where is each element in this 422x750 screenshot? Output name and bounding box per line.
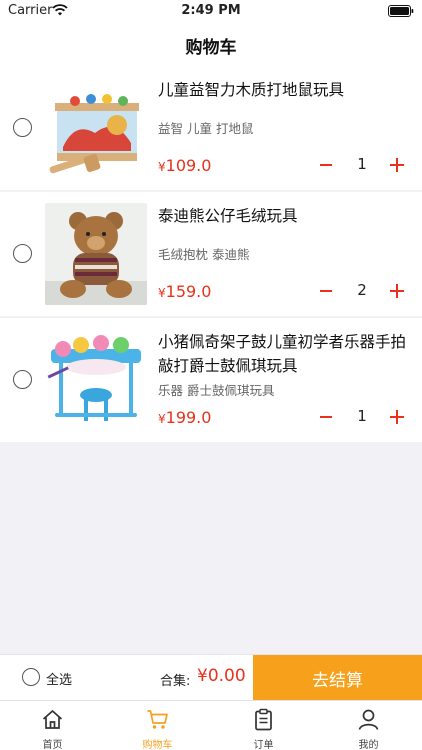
item-tags: 益智 儿童 打地鼠: [158, 121, 254, 136]
checkout-bar: 全选 合集: ¥0.00 去结算: [0, 654, 422, 701]
increase-quantity-button[interactable]: [386, 280, 408, 302]
tab-home[interactable]: 首页: [0, 701, 105, 750]
tab-profile[interactable]: 我的: [316, 701, 421, 750]
cart-item: 泰迪熊公仔毛绒玩具 毛绒抱枕 泰迪熊 ¥159.0 2: [0, 192, 422, 316]
decrease-quantity-button[interactable]: [315, 280, 337, 302]
increase-quantity-button[interactable]: [386, 154, 408, 176]
checkout-button-label: 去结算: [312, 670, 363, 691]
item-price: ¥159.0: [158, 282, 211, 301]
total-value: ¥0.00: [197, 666, 246, 686]
cart-item: 小猪佩奇架子鼓儿童初学者乐器手拍敲打爵士鼓佩琪玩具 乐器 爵士鼓佩琪玩具 ¥19…: [0, 318, 422, 442]
currency-symbol: ¥: [158, 286, 166, 300]
nav-bar: 购物车: [0, 22, 422, 66]
tab-bar: 首页 购物车 订单 我的: [0, 700, 422, 750]
profile-icon: [358, 709, 379, 730]
item-select-radio[interactable]: [13, 244, 32, 263]
tab-orders-label: 订单: [253, 740, 274, 750]
increase-quantity-button[interactable]: [386, 406, 408, 428]
item-tags: 毛绒抱枕 泰迪熊: [158, 247, 250, 262]
status-time: 2:49 PM: [181, 3, 241, 18]
tab-cart-label: 购物车: [142, 740, 173, 750]
page-title: 购物车: [185, 38, 237, 58]
currency-symbol: ¥: [158, 412, 166, 426]
cart-icon: [147, 710, 168, 729]
item-price: ¥109.0: [158, 156, 211, 175]
status-bar: Carrier 2:49 PM: [0, 0, 422, 22]
battery-icon: [388, 5, 414, 17]
tab-profile-label: 我的: [358, 740, 379, 750]
item-price-value: 109.0: [165, 156, 212, 175]
tab-home-label: 首页: [42, 740, 63, 750]
item-title: 小猪佩奇架子鼓儿童初学者乐器手拍敲打爵士鼓佩琪玩具: [158, 333, 407, 375]
item-tags: 乐器 爵士鼓佩琪玩具: [158, 383, 275, 398]
whack-a-mole-toy-image: [45, 77, 147, 179]
item-quantity: 1: [357, 155, 367, 173]
cart-item: 儿童益智力木质打地鼠玩具 益智 儿童 打地鼠 ¥109.0 1: [0, 66, 422, 190]
tab-orders[interactable]: 订单: [211, 701, 316, 750]
checkout-button[interactable]: 去结算: [253, 655, 422, 701]
item-select-radio[interactable]: [13, 370, 32, 389]
decrease-quantity-button[interactable]: [315, 154, 337, 176]
item-quantity: 1: [357, 407, 367, 425]
decrease-quantity-button[interactable]: [315, 406, 337, 428]
select-all-radio[interactable]: [22, 668, 40, 686]
item-price-value: 159.0: [165, 282, 212, 301]
item-price: ¥199.0: [158, 408, 211, 427]
order-icon: [255, 708, 272, 731]
item-title: 泰迪熊公仔毛绒玩具: [158, 207, 298, 225]
item-price-value: 199.0: [165, 408, 212, 427]
total-label: 合集:: [160, 674, 191, 689]
item-quantity: 2: [357, 281, 367, 299]
item-title: 儿童益智力木质打地鼠玩具: [158, 81, 345, 99]
drum-set-image: [45, 329, 147, 431]
teddy-bear-image: [45, 203, 147, 305]
item-select-radio[interactable]: [13, 118, 32, 137]
home-icon: [42, 710, 63, 729]
select-all-label[interactable]: 全选: [46, 669, 72, 688]
tab-cart[interactable]: 购物车: [105, 701, 210, 750]
currency-symbol: ¥: [158, 160, 166, 174]
